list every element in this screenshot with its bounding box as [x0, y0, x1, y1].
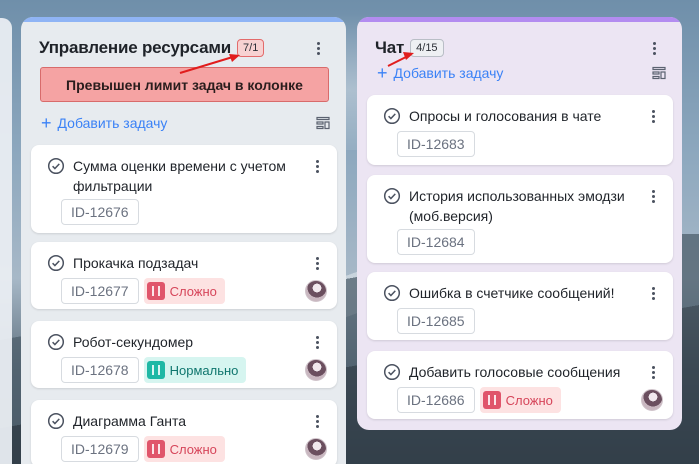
task-title: Ошибка в счетчике сообщений! — [409, 285, 615, 301]
task-title: Добавить голосовые сообщения — [409, 364, 621, 380]
task-card[interactable]: Прокачка подзадач ID-12677 Сложно — [31, 242, 337, 309]
film-icon — [482, 391, 501, 409]
card-menu-icon[interactable] — [645, 362, 661, 382]
column-menu-icon[interactable] — [646, 38, 662, 58]
assignee-avatar[interactable] — [305, 280, 327, 302]
check-circle-icon[interactable] — [47, 412, 65, 430]
difficulty-tag[interactable]: Сложно — [479, 387, 561, 413]
difficulty-label: Сложно — [505, 392, 553, 408]
task-title: Робот-секундомер — [73, 334, 194, 350]
task-id: ID-12685 — [397, 308, 475, 334]
column-header: Управление ресурсами 7/1 — [39, 35, 336, 61]
add-task-label: Добавить задачу — [393, 65, 504, 81]
check-circle-icon[interactable] — [383, 284, 401, 302]
column-chat: Чат 4/15 + Добавить задачу Опросы и голо… — [357, 17, 682, 430]
assignee-avatar[interactable] — [305, 359, 327, 381]
difficulty-label: Сложно — [169, 283, 217, 299]
card-menu-icon[interactable] — [309, 332, 325, 352]
task-title: Сумма оценки времени с учетом фильтрации — [73, 158, 286, 194]
task-card[interactable]: Ошибка в счетчике сообщений! ID-12685 — [367, 272, 673, 340]
task-title: Прокачка подзадач — [73, 255, 199, 271]
add-task-button[interactable]: + Добавить задачу — [41, 112, 334, 134]
task-id: ID-12679 — [61, 436, 139, 462]
column-title: Управление ресурсами — [39, 38, 232, 57]
check-circle-icon[interactable] — [47, 333, 65, 351]
assignee-avatar[interactable] — [305, 438, 327, 460]
column-resource-management: Управление ресурсами 7/1 Превышен лимит … — [21, 17, 346, 464]
task-card[interactable]: Добавить голосовые сообщения ID-12686 Сл… — [367, 351, 673, 419]
check-circle-icon[interactable] — [47, 254, 65, 272]
task-card[interactable]: История использованных эмодзи (моб.верси… — [367, 175, 673, 263]
card-menu-icon[interactable] — [645, 283, 661, 303]
card-menu-icon[interactable] — [645, 186, 661, 206]
task-count-badge: 7/1 — [237, 39, 265, 57]
assignee-avatar[interactable] — [641, 389, 663, 411]
card-menu-icon[interactable] — [309, 411, 325, 431]
previous-column-edge — [0, 18, 12, 464]
card-menu-icon[interactable] — [309, 156, 325, 176]
task-id: ID-12683 — [397, 131, 475, 157]
task-title: Опросы и голосования в чате — [409, 108, 602, 124]
task-id: ID-12676 — [61, 199, 139, 225]
task-card[interactable]: Робот-секундомер ID-12678 Нормально — [31, 321, 337, 388]
filter-icon[interactable] — [316, 116, 330, 130]
column-header: Чат 4/15 — [375, 35, 672, 61]
film-icon — [146, 361, 165, 379]
difficulty-tag[interactable]: Сложно — [143, 436, 225, 462]
task-card[interactable]: Опросы и голосования в чате ID-12683 — [367, 95, 673, 165]
check-circle-icon[interactable] — [383, 363, 401, 381]
card-menu-icon[interactable] — [645, 106, 661, 126]
card-menu-icon[interactable] — [309, 253, 325, 273]
difficulty-tag[interactable]: Нормально — [143, 357, 247, 383]
plus-icon: + — [41, 113, 52, 133]
difficulty-label: Нормально — [169, 362, 239, 378]
difficulty-label: Сложно — [169, 441, 217, 457]
add-task-label: Добавить задачу — [57, 115, 168, 131]
task-card[interactable]: Диаграмма Ганта ID-12679 Сложно — [31, 400, 337, 464]
task-title: Диаграмма Ганта — [73, 413, 187, 429]
column-color-bar — [21, 17, 346, 22]
plus-icon: + — [377, 63, 388, 83]
film-icon — [146, 282, 165, 300]
column-color-bar — [357, 17, 682, 22]
check-circle-icon[interactable] — [47, 157, 65, 175]
task-count-badge: 4/15 — [410, 39, 444, 57]
check-circle-icon[interactable] — [383, 107, 401, 125]
task-id: ID-12678 — [61, 357, 139, 383]
task-id: ID-12677 — [61, 278, 139, 304]
task-title: История использованных эмодзи (моб.верси… — [409, 188, 625, 224]
film-icon — [146, 440, 165, 458]
task-id: ID-12686 — [397, 387, 475, 413]
task-id: ID-12684 — [397, 229, 475, 255]
task-card[interactable]: Сумма оценки времени с учетом фильтрации… — [31, 145, 337, 233]
limit-exceeded-banner: Превышен лимит задач в колонке — [40, 67, 329, 102]
filter-icon[interactable] — [652, 66, 666, 80]
add-task-button[interactable]: + Добавить задачу — [377, 62, 670, 84]
column-menu-icon[interactable] — [310, 38, 326, 58]
column-title: Чат — [375, 38, 405, 57]
difficulty-tag[interactable]: Сложно — [143, 278, 225, 304]
check-circle-icon[interactable] — [383, 187, 401, 205]
